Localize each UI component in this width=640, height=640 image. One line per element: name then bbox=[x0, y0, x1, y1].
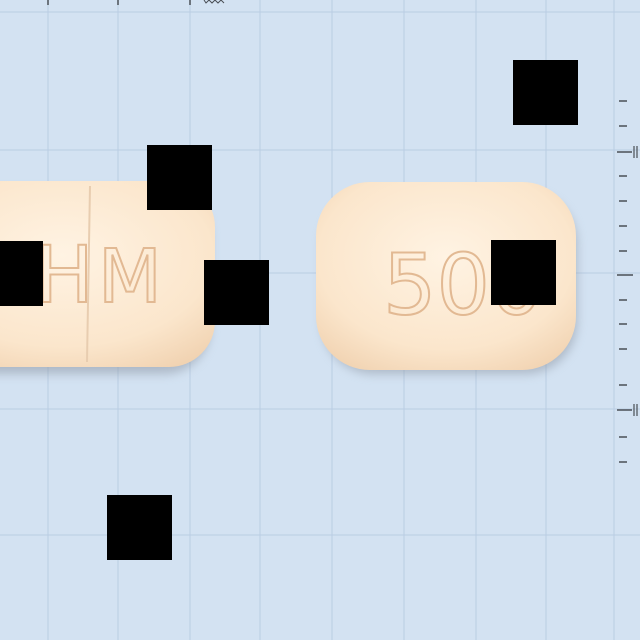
occluder-square bbox=[513, 60, 578, 125]
occluder-square bbox=[204, 260, 269, 325]
photo-scene: H M 500 bbox=[0, 0, 640, 640]
occluder-square bbox=[107, 495, 172, 560]
right-ruler bbox=[617, 100, 638, 463]
top-ruler bbox=[47, 0, 225, 5]
occluder-square bbox=[491, 240, 556, 305]
pill-left-imprint-left: H bbox=[35, 231, 94, 321]
occluder-square bbox=[147, 145, 212, 210]
pill-left-imprint-right: M bbox=[98, 234, 162, 320]
occluder-square bbox=[0, 241, 43, 306]
